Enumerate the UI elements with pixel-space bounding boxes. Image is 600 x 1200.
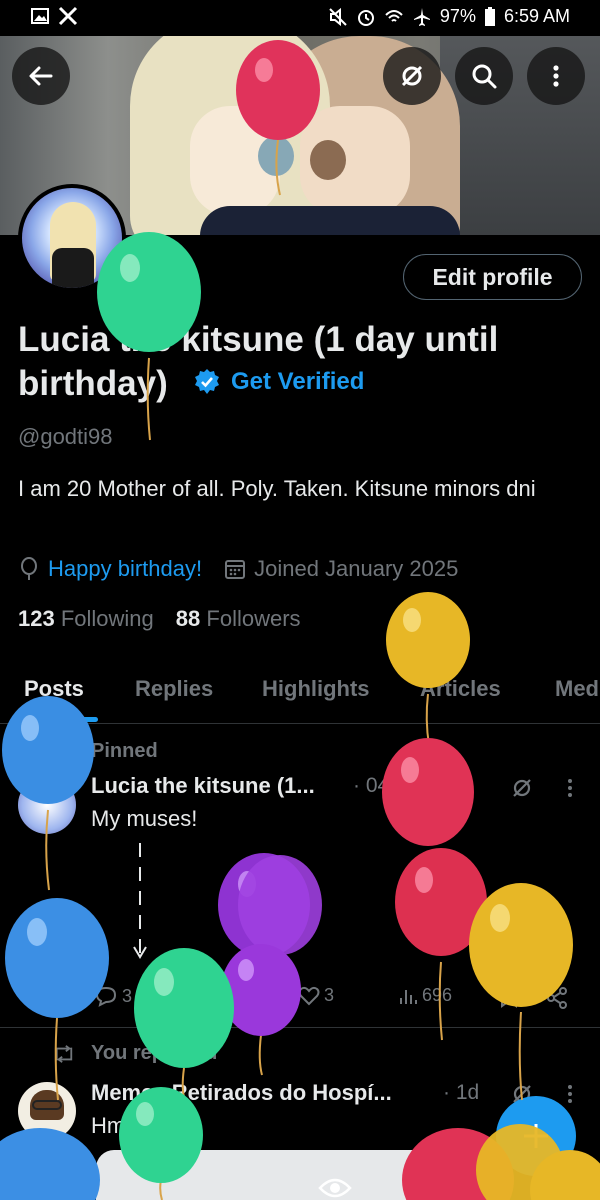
eye-icon [318, 1178, 352, 1198]
profile-meta: Happy birthday! Joined January 2025 [18, 556, 458, 582]
tab-posts[interactable]: Posts [24, 676, 84, 702]
pin-icon [56, 740, 72, 759]
balloon-icon [21, 557, 37, 580]
tab-media[interactable]: Media [555, 676, 600, 702]
reply-count: 3 [122, 985, 133, 1006]
balloon-icon [395, 848, 487, 1041]
search-button[interactable] [455, 47, 513, 105]
alarm-icon [357, 9, 374, 26]
more-options-button[interactable] [527, 47, 585, 105]
profile-bio: I am 20 Mother of all. Poly. Taken. Kits… [18, 476, 536, 501]
get-verified-link[interactable]: Get Verified [231, 368, 364, 396]
wifi-icon [385, 9, 403, 22]
status-bar: 97% 6:59 AM [0, 0, 600, 36]
post-avatar[interactable] [18, 1082, 76, 1140]
post-divider [0, 1027, 600, 1028]
views-bar-icon [400, 989, 417, 1004]
birthday-link[interactable]: Happy birthday! [48, 556, 202, 582]
followers-link[interactable]: 88 Followers [176, 606, 301, 632]
repost-button[interactable] [195, 985, 221, 1007]
follow-stats: 123 Following 88 Followers [18, 606, 301, 632]
mute-icon [329, 7, 347, 26]
post-text: My muses! [91, 806, 198, 831]
like-count: 3 [324, 985, 335, 1005]
battery-icon [484, 6, 495, 26]
post-text: Hmm [91, 1113, 144, 1138]
edit-profile-button[interactable]: Edit profile [403, 254, 582, 300]
verified-group[interactable]: Get Verified [193, 368, 364, 396]
calendar-icon [225, 560, 246, 579]
profile-tabs: Posts Replies Highlights Articles Media [0, 660, 600, 724]
views-count: 696 [422, 985, 453, 1005]
tab-replies[interactable]: Replies [135, 676, 213, 702]
post-author[interactable]: Memes Retirados do Hospí... [91, 1080, 392, 1106]
gallery-icon [31, 8, 49, 24]
battery-percent: 97% [439, 6, 476, 26]
x-logo-icon [58, 6, 78, 26]
share-icon[interactable] [545, 986, 569, 1010]
tab-highlights[interactable]: Highlights [262, 676, 370, 702]
grok-icon [401, 65, 423, 87]
dashed-arrow [133, 843, 147, 959]
views-button[interactable]: 696 [398, 985, 452, 1006]
repost-icon [55, 1045, 73, 1063]
following-link[interactable]: 123 Following [18, 606, 154, 632]
like-button[interactable]: 3 [298, 985, 334, 1006]
balloon-icon [221, 944, 301, 1076]
post-date[interactable]: · 1d [443, 1081, 479, 1105]
verified-badge-icon [195, 369, 219, 394]
plus-icon [524, 1124, 548, 1148]
grok-icon[interactable] [510, 776, 534, 800]
grok-button[interactable] [383, 47, 441, 105]
bookmark-icon[interactable] [498, 986, 520, 1008]
balloon-icon [134, 948, 234, 1101]
reposted-label: You reposted [91, 1042, 218, 1064]
back-button[interactable] [12, 47, 70, 105]
profile-avatar[interactable] [18, 184, 126, 292]
followers-label: Followers [206, 606, 301, 631]
active-tab-indicator [20, 717, 98, 722]
more-vertical-icon [553, 65, 559, 87]
following-count: 123 [18, 606, 55, 631]
following-label: Following [60, 606, 154, 631]
followers-count: 88 [175, 606, 201, 631]
profile-handle: @godti98 [18, 424, 113, 449]
pinned-label: Pinned [91, 740, 158, 762]
back-arrow-icon [29, 66, 53, 86]
reply-icon [95, 986, 117, 1007]
post-more-icon[interactable] [563, 776, 577, 800]
clock: 6:59 AM [503, 6, 570, 26]
post-avatar[interactable] [18, 776, 76, 834]
search-icon [472, 64, 497, 89]
balloon-icon [382, 738, 474, 921]
reply-button[interactable]: 3 [94, 985, 132, 1007]
post-date[interactable]: · 04 Apr 25 [353, 774, 456, 798]
joined-date: Joined January 2025 [254, 556, 459, 581]
post-more-icon[interactable] [563, 1082, 577, 1106]
repost-icon [199, 986, 217, 1006]
tab-articles[interactable]: Articles [420, 676, 501, 702]
heart-icon [298, 986, 320, 1005]
airplane-mode-icon [413, 7, 430, 26]
compose-button[interactable] [496, 1096, 576, 1176]
media-preview-bar[interactable] [96, 1150, 506, 1200]
post-author[interactable]: Lucia the kitsune (1... [91, 773, 315, 799]
